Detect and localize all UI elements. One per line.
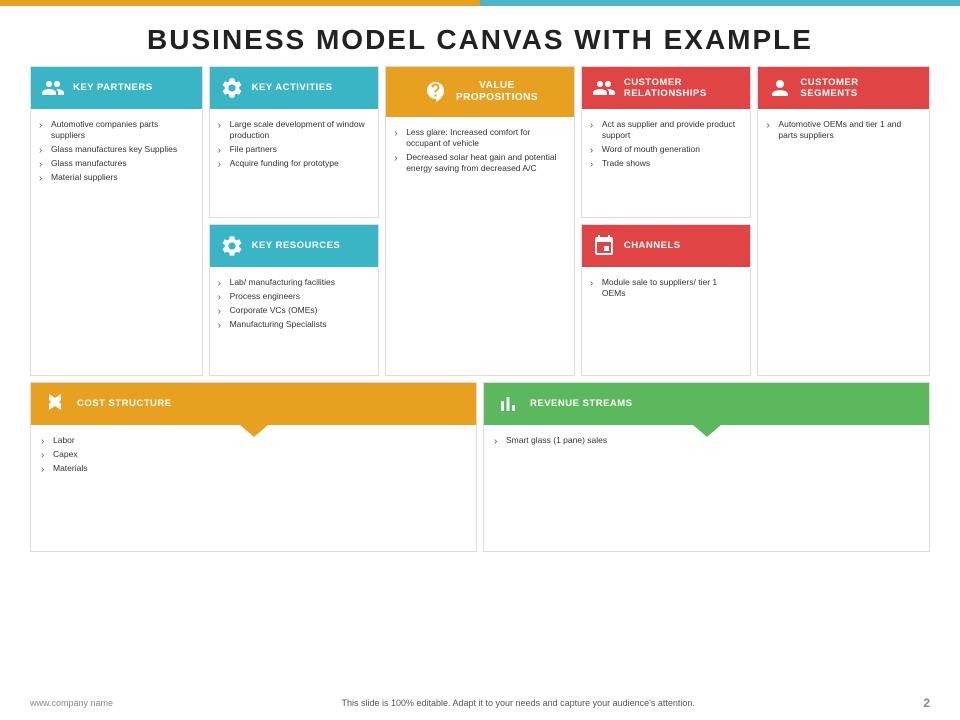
revenue-streams-icon — [494, 390, 522, 418]
customer-segments-label: CUSTOMERSEGMENTS — [800, 77, 858, 100]
key-activities-card: KEY ACTIVITIES Large scale development o… — [209, 66, 380, 218]
customer-relationships-label: CUSTOMERRELATIONSHIPS — [624, 77, 707, 100]
top-section: KEY PARTNERS Automotive companies parts … — [30, 66, 930, 376]
list-item: Word of mouth generation — [590, 142, 743, 156]
list-item: Less glare: Increased comfort for occupa… — [394, 125, 566, 150]
value-propositions-icon — [422, 78, 450, 106]
channels-icon — [590, 232, 618, 260]
list-item: Manufacturing Specialists — [218, 317, 371, 331]
key-resources-body: Lab/ manufacturing facilities Process en… — [210, 267, 379, 375]
revenue-streams-body: Smart glass (1 pane) sales — [484, 425, 929, 551]
list-item: Material suppliers — [39, 170, 194, 184]
key-activities-label: KEY ACTIVITIES — [252, 82, 333, 93]
page-title: BUSINESS MODEL CANVAS WITH EXAMPLE — [0, 24, 960, 56]
footer-tagline: This slide is 100% editable. Adapt it to… — [133, 698, 903, 708]
list-item: Act as supplier and provide product supp… — [590, 117, 743, 142]
key-partners-card: KEY PARTNERS Automotive companies parts … — [30, 66, 203, 376]
customer-relationships-body: Act as supplier and provide product supp… — [582, 109, 751, 217]
list-item: Glass manufactures key Supplies — [39, 142, 194, 156]
revenue-streams-card: REVENUE STREAMS Smart glass (1 pane) sal… — [483, 382, 930, 552]
customer-segments-card: CUSTOMERSEGMENTS Automotive OEMs and tie… — [757, 66, 930, 376]
list-item: Automotive companies parts suppliers — [39, 117, 194, 142]
customer-segments-list: Automotive OEMs and tier 1 and parts sup… — [766, 117, 921, 142]
key-activities-header: KEY ACTIVITIES — [210, 67, 379, 109]
channels-label: CHANNELS — [624, 240, 681, 251]
value-propositions-label: VALUEPROPOSITIONS — [456, 80, 538, 104]
list-item: Corporate VCs (OMEs) — [218, 303, 371, 317]
title-area: BUSINESS MODEL CANVAS WITH EXAMPLE — [0, 6, 960, 66]
revenue-streams-label: REVENUE STREAMS — [530, 398, 633, 409]
customer-relationships-icon — [590, 74, 618, 102]
customer-relationships-header: CUSTOMERRELATIONSHIPS — [582, 67, 751, 109]
cost-structure-header: COST STRUCTURE — [31, 383, 476, 425]
list-item: Capex — [41, 447, 466, 461]
customer-segments-body: Automotive OEMs and tier 1 and parts sup… — [758, 109, 929, 375]
customer-relationships-list: Act as supplier and provide product supp… — [590, 117, 743, 170]
cost-structure-body: Labor Capex Materials — [31, 425, 476, 551]
key-partners-header: KEY PARTNERS — [31, 67, 202, 109]
list-item: Large scale development of window produc… — [218, 117, 371, 142]
value-propositions-card: VALUEPROPOSITIONS Less glare: Increased … — [385, 66, 575, 376]
list-item: Automotive OEMs and tier 1 and parts sup… — [766, 117, 921, 142]
revenue-streams-header: REVENUE STREAMS — [484, 383, 929, 425]
list-item: Module sale to suppliers/ tier 1 OEMs — [590, 275, 743, 300]
key-resources-list: Lab/ manufacturing facilities Process en… — [218, 275, 371, 331]
list-item: Lab/ manufacturing facilities — [218, 275, 371, 289]
list-item: Glass manufactures — [39, 156, 194, 170]
customer-segments-header: CUSTOMERSEGMENTS — [758, 67, 929, 109]
value-propositions-body: Less glare: Increased comfort for occupa… — [386, 117, 574, 375]
value-propositions-list: Less glare: Increased comfort for occupa… — [394, 125, 566, 175]
key-resources-label: KEY RESOURCES — [252, 240, 341, 251]
key-partners-list: Automotive companies parts suppliers Gla… — [39, 117, 194, 184]
key-resources-card: KEY RESOURCES Lab/ manufacturing facilit… — [209, 224, 380, 376]
channels-body: Module sale to suppliers/ tier 1 OEMs — [582, 267, 751, 375]
col-activities: KEY ACTIVITIES Large scale development o… — [209, 66, 380, 376]
col-cr-ch: CUSTOMERRELATIONSHIPS Act as supplier an… — [581, 66, 752, 376]
canvas-container: KEY PARTNERS Automotive companies parts … — [0, 66, 960, 552]
key-activities-list: Large scale development of window produc… — [218, 117, 371, 170]
key-activities-body: Large scale development of window produc… — [210, 109, 379, 217]
channels-header: CHANNELS — [582, 225, 751, 267]
footer-page-number: 2 — [923, 696, 930, 710]
footer-website: www.company name — [30, 698, 113, 708]
cost-structure-icon — [41, 390, 69, 418]
channels-list: Module sale to suppliers/ tier 1 OEMs — [590, 275, 743, 300]
list-item: Decreased solar heat gain and potential … — [394, 150, 566, 175]
key-activities-icon — [218, 74, 246, 102]
key-partners-body: Automotive companies parts suppliers Gla… — [31, 109, 202, 375]
list-item: Process engineers — [218, 289, 371, 303]
list-item: Trade shows — [590, 156, 743, 170]
customer-relationships-card: CUSTOMERRELATIONSHIPS Act as supplier an… — [581, 66, 752, 218]
list-item: Acquire funding for prototype — [218, 156, 371, 170]
list-item: File partners — [218, 142, 371, 156]
key-resources-header: KEY RESOURCES — [210, 225, 379, 267]
value-propositions-header: VALUEPROPOSITIONS — [386, 67, 574, 117]
list-item: Materials — [41, 461, 466, 475]
key-partners-icon — [39, 74, 67, 102]
key-partners-label: KEY PARTNERS — [73, 82, 153, 93]
bottom-section: COST STRUCTURE Labor Capex Materials REV… — [30, 382, 930, 552]
channels-card: CHANNELS Module sale to suppliers/ tier … — [581, 224, 752, 376]
customer-segments-icon — [766, 74, 794, 102]
cost-structure-card: COST STRUCTURE Labor Capex Materials — [30, 382, 477, 552]
footer: www.company name This slide is 100% edit… — [0, 696, 960, 710]
cost-structure-list: Labor Capex Materials — [41, 433, 466, 475]
cost-structure-label: COST STRUCTURE — [77, 398, 172, 409]
key-resources-icon — [218, 232, 246, 260]
